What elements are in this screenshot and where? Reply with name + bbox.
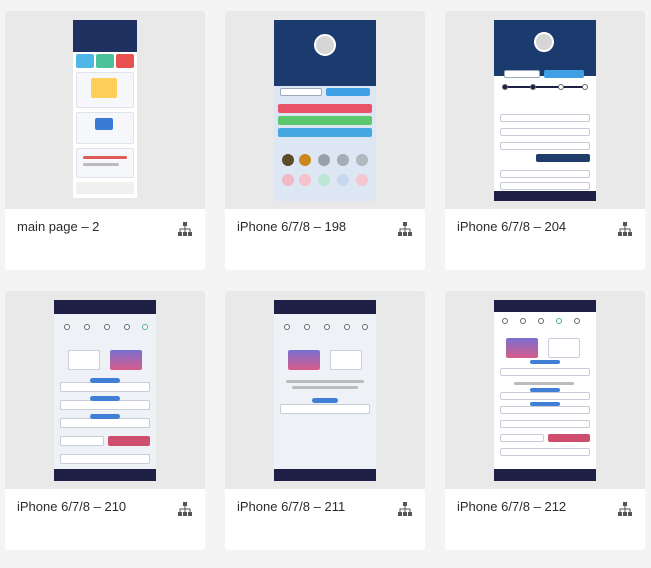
artboard-card[interactable]: iPhone 6/7/8 – 198: [225, 11, 425, 270]
artboard-card[interactable]: iPhone 6/7/8 – 211: [225, 291, 425, 550]
screen-preview: [73, 20, 137, 198]
share-network-icon[interactable]: [617, 501, 633, 517]
artboard-title[interactable]: main page – 2: [17, 219, 99, 234]
screen-preview: [274, 20, 376, 201]
artboard-card[interactable]: iPhone 6/7/8 – 210: [5, 291, 205, 550]
artboard-title[interactable]: iPhone 6/7/8 – 212: [457, 499, 566, 514]
screen-preview: [54, 300, 156, 481]
artboard-title[interactable]: iPhone 6/7/8 – 210: [17, 499, 126, 514]
artboard-thumbnail[interactable]: [445, 291, 645, 489]
artboard-title[interactable]: iPhone 6/7/8 – 204: [457, 219, 566, 234]
share-network-icon[interactable]: [397, 501, 413, 517]
artboard-thumbnail[interactable]: [445, 11, 645, 209]
artboard-thumbnail[interactable]: [5, 291, 205, 489]
screen-preview: [494, 300, 596, 481]
share-network-icon[interactable]: [617, 221, 633, 237]
artboard-card[interactable]: main page – 2: [5, 11, 205, 270]
artboard-card[interactable]: iPhone 6/7/8 – 212: [445, 291, 645, 550]
screen-preview: [274, 300, 376, 481]
artboard-title[interactable]: iPhone 6/7/8 – 198: [237, 219, 346, 234]
artboard-card[interactable]: iPhone 6/7/8 – 204: [445, 11, 645, 270]
artboard-thumbnail[interactable]: [225, 11, 425, 209]
artboard-thumbnail[interactable]: [225, 291, 425, 489]
share-network-icon[interactable]: [177, 221, 193, 237]
artboard-thumbnail[interactable]: [5, 11, 205, 209]
artboard-title[interactable]: iPhone 6/7/8 – 211: [237, 499, 345, 514]
share-network-icon[interactable]: [397, 221, 413, 237]
screen-preview: [494, 20, 596, 201]
share-network-icon[interactable]: [177, 501, 193, 517]
